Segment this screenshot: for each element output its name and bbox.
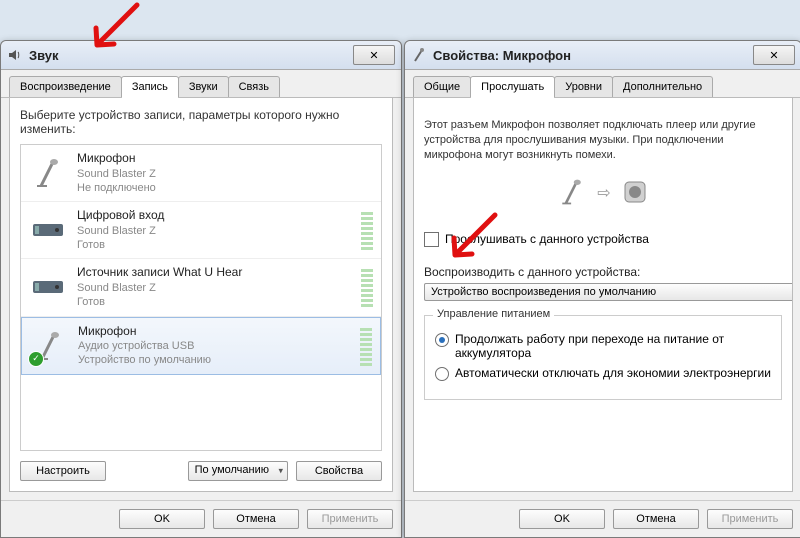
set-default-dropdown[interactable]: По умолчанию [188, 461, 288, 481]
soundcard-icon [29, 211, 67, 249]
device-list[interactable]: Микрофон Sound Blaster Z Не подключено Ц… [20, 144, 382, 451]
tab-communications[interactable]: Связь [228, 76, 280, 97]
dialog-buttons: OK Отмена Применить [405, 500, 800, 537]
device-row[interactable]: Микрофон Sound Blaster Z Не подключено [21, 145, 381, 202]
tab-advanced[interactable]: Дополнительно [612, 76, 713, 97]
panel-instruction: Выберите устройство записи, параметры ко… [20, 108, 382, 136]
level-meter [360, 326, 372, 366]
power-group-legend: Управление питанием [433, 308, 554, 320]
device-status: Не подключено [77, 181, 373, 195]
device-row[interactable]: Цифровой вход Sound Blaster Z Готов [21, 202, 381, 259]
soundcard-icon [29, 268, 67, 306]
device-status: Готов [77, 238, 351, 252]
device-driver: Аудио устройства USB [78, 339, 350, 353]
tab-recording[interactable]: Запись [121, 76, 179, 97]
tab-playback[interactable]: Воспроизведение [9, 76, 122, 97]
sound-window: Звук ✕ Воспроизведение Запись Звуки Связ… [0, 40, 402, 538]
mic-properties-window: Свойства: Микрофон ✕ Общие Прослушать Ур… [404, 40, 800, 538]
properties-button[interactable]: Свойства [296, 461, 382, 481]
arrow-right-icon: ⇨ [597, 183, 610, 203]
sound-window-title: Звук [29, 48, 353, 63]
recording-panel: Выберите устройство записи, параметры ко… [9, 98, 393, 492]
close-icon[interactable]: ✕ [753, 45, 795, 65]
device-name: Микрофон [77, 151, 373, 167]
props-tabs: Общие Прослушать Уровни Дополнительно [405, 70, 800, 98]
power-radio-autooff[interactable] [435, 367, 449, 381]
level-meter [361, 210, 373, 250]
close-icon[interactable]: ✕ [353, 45, 395, 65]
microphone-icon [411, 47, 427, 63]
tab-general[interactable]: Общие [413, 76, 471, 97]
sound-titlebar[interactable]: Звук ✕ [1, 41, 401, 70]
microphone-icon [29, 154, 67, 192]
device-name: Цифровой вход [77, 208, 351, 224]
device-driver: Sound Blaster Z [77, 281, 351, 295]
power-radio-continue[interactable] [435, 333, 449, 347]
listen-description: Этот разъем Микрофон позволяет подключат… [424, 118, 782, 163]
device-driver: Sound Blaster Z [77, 224, 351, 238]
tab-levels[interactable]: Уровни [554, 76, 613, 97]
cancel-button[interactable]: Отмена [213, 509, 299, 529]
device-row[interactable]: Источник записи What U Hear Sound Blaste… [21, 259, 381, 316]
microphone-icon: ✓ [30, 327, 68, 365]
cancel-button[interactable]: Отмена [613, 509, 699, 529]
tab-sounds[interactable]: Звуки [178, 76, 229, 97]
level-meter [361, 267, 373, 307]
ok-button[interactable]: OK [519, 509, 605, 529]
listen-checkbox-label: Прослушивать с данного устройства [445, 232, 649, 246]
sound-tabs: Воспроизведение Запись Звуки Связь [1, 70, 401, 98]
speaker-output-icon [621, 178, 649, 209]
power-management-group: Управление питанием Продолжать работу пр… [424, 315, 782, 400]
props-titlebar[interactable]: Свойства: Микрофон ✕ [405, 41, 800, 70]
device-name: Микрофон [78, 324, 350, 340]
device-status: Устройство по умолчанию [78, 353, 350, 367]
apply-button[interactable]: Применить [307, 509, 393, 529]
tab-listen[interactable]: Прослушать [470, 76, 555, 97]
device-row[interactable]: ✓ Микрофон Аудио устройства USB Устройст… [21, 317, 381, 375]
listen-panel: Этот разъем Микрофон позволяет подключат… [413, 98, 793, 492]
props-window-title: Свойства: Микрофон [433, 48, 753, 63]
default-check-icon: ✓ [28, 351, 44, 367]
speaker-icon [7, 47, 23, 63]
device-name: Источник записи What U Hear [77, 265, 351, 281]
apply-button[interactable]: Применить [707, 509, 793, 529]
ok-button[interactable]: OK [119, 509, 205, 529]
power-radio-continue-label: Продолжать работу при переходе на питани… [455, 332, 771, 360]
power-radio-autooff-label: Автоматически отключать для экономии эле… [455, 366, 771, 380]
device-status: Готов [77, 295, 351, 309]
device-driver: Sound Blaster Z [77, 167, 373, 181]
microphone-icon [557, 177, 587, 210]
configure-button[interactable]: Настроить [20, 461, 106, 481]
listen-checkbox[interactable] [424, 232, 439, 247]
dialog-buttons: OK Отмена Применить [1, 500, 401, 537]
playthrough-label: Воспроизводить с данного устройства: [424, 265, 782, 279]
playthrough-device-dropdown[interactable]: Устройство воспроизведения по умолчанию [424, 283, 793, 301]
